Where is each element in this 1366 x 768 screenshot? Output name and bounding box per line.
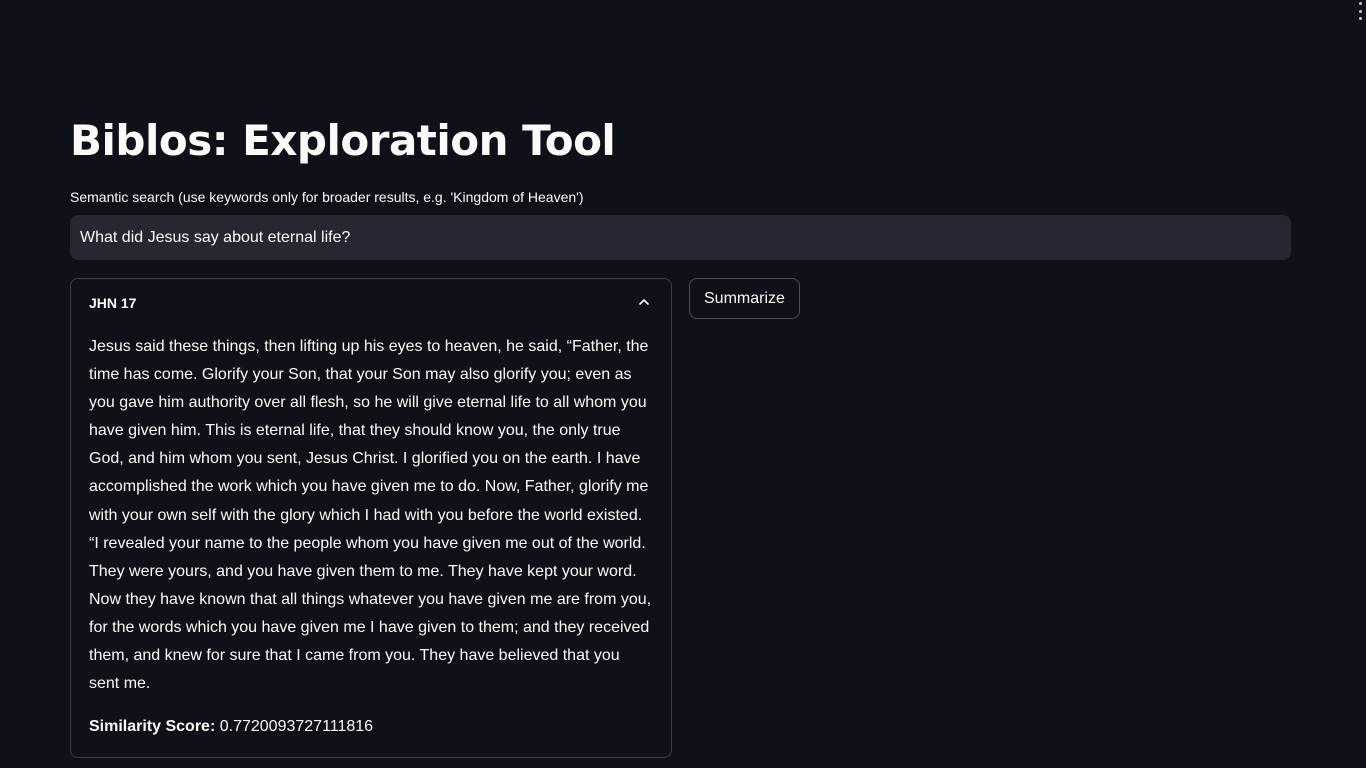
result-expander: JHN 17 Jesus said these things, then lif… <box>70 278 672 758</box>
result-expander-header[interactable]: JHN 17 <box>71 279 671 327</box>
similarity-score-value: 0.7720093727111816 <box>219 718 374 736</box>
result-passage: Jesus said these things, then lifting up… <box>89 338 652 693</box>
search-input[interactable] <box>70 215 1291 260</box>
app-root: Biblos: Exploration Tool Semantic search… <box>0 0 1366 768</box>
search-label: Semantic search (use keywords only for b… <box>70 189 584 205</box>
summarize-button[interactable]: Summarize <box>689 278 800 319</box>
page-title: Biblos: Exploration Tool <box>70 116 616 165</box>
results-row: JHN 17 Jesus said these things, then lif… <box>70 278 1291 758</box>
result-body: Jesus said these things, then lifting up… <box>71 327 671 738</box>
kebab-menu-icon[interactable] <box>1356 2 1364 20</box>
similarity-score: Similarity Score: 0.7720093727111816 <box>89 716 653 738</box>
similarity-score-label: Similarity Score: <box>89 718 216 736</box>
result-reference: JHN 17 <box>89 295 137 311</box>
main-content: Biblos: Exploration Tool Semantic search… <box>70 110 1291 758</box>
chevron-up-icon[interactable] <box>639 297 649 307</box>
